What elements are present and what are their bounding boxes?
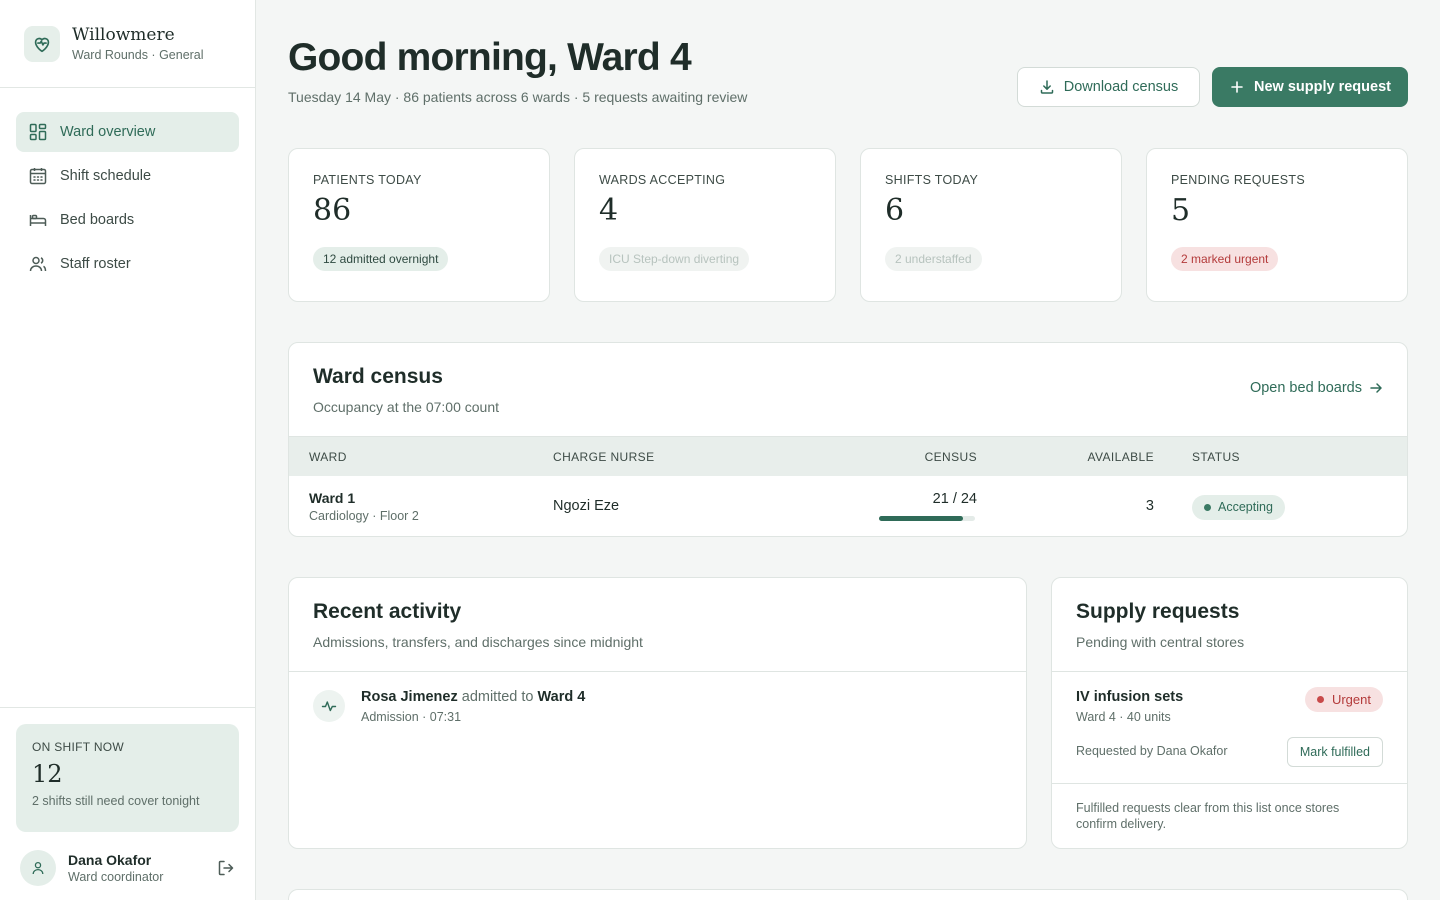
requested-by: Requested by Dana Okafor bbox=[1076, 744, 1228, 758]
stat-chip: 2 understaffed bbox=[885, 247, 982, 271]
ward-detail: Cardiology · Floor 2 bbox=[309, 509, 419, 523]
activity-meta: Admission · 07:31 bbox=[361, 710, 462, 724]
card-subtitle: Pending with central stores bbox=[1076, 634, 1245, 650]
column-header: AVAILABLE bbox=[1087, 450, 1154, 464]
mark-fulfilled-button[interactable]: Mark fulfilled bbox=[1286, 737, 1383, 767]
card-title: Supply requests bbox=[1076, 600, 1240, 623]
stat-card-wards: WARDS ACCEPTING 4 ICU Step-down divertin… bbox=[574, 148, 836, 302]
calendar-icon bbox=[29, 168, 47, 185]
stat-value: 5 bbox=[1171, 193, 1191, 228]
card-subtitle: Admissions, transfers, and discharges si… bbox=[313, 634, 643, 650]
arrow-right-icon bbox=[1370, 383, 1382, 393]
download-icon bbox=[1040, 80, 1054, 94]
card-title: Recent activity bbox=[313, 600, 462, 623]
occupancy-bar bbox=[879, 516, 975, 521]
sidebar-footer: ON SHIFT NOW 12 2 shifts still need cove… bbox=[0, 707, 255, 900]
card-subtitle: Occupancy at the 07:00 count bbox=[313, 399, 500, 415]
user-profile[interactable]: Dana Okafor Ward coordinator bbox=[20, 848, 240, 888]
sidebar-item-label: Ward overview bbox=[60, 124, 156, 140]
table-header: WARD CHARGE NURSE CENSUS AVAILABLE STATU… bbox=[289, 436, 1407, 476]
open-bed-boards-link[interactable]: Open bed boards bbox=[1250, 380, 1383, 396]
census-value: 21 / 24 bbox=[932, 491, 977, 507]
plus-icon bbox=[1231, 81, 1243, 93]
sidebar-item-bed-boards[interactable]: Bed boards bbox=[16, 200, 239, 240]
avatar bbox=[20, 850, 56, 886]
ward-census-card: Ward census Occupancy at the 07:00 count… bbox=[288, 342, 1408, 537]
download-census-label: Download census bbox=[1063, 79, 1179, 95]
column-header: CHARGE NURSE bbox=[553, 450, 655, 464]
activity-person: Rosa Jimenez bbox=[361, 689, 458, 705]
ward-name: Ward 1 bbox=[309, 490, 356, 506]
supply-item-meta: Ward 4 · 40 units bbox=[1076, 710, 1171, 724]
new-supply-request-label: New supply request bbox=[1254, 79, 1391, 95]
divider bbox=[1052, 671, 1407, 672]
sidebar-nav: Ward overview Shift schedule Bed boards … bbox=[0, 88, 255, 284]
stat-card-shifts: SHIFTS TODAY 6 2 understaffed bbox=[860, 148, 1122, 302]
sidebar-item-label: Staff roster bbox=[60, 256, 131, 272]
column-header: STATUS bbox=[1192, 450, 1240, 464]
on-shift-label: ON SHIFT NOW bbox=[32, 740, 125, 754]
on-shift-card: ON SHIFT NOW 12 2 shifts still need cove… bbox=[16, 724, 239, 832]
user-name: Dana Okafor bbox=[68, 852, 152, 868]
activity-item[interactable]: Rosa Jimenez admitted to Ward 4 bbox=[361, 689, 585, 705]
column-header: WARD bbox=[309, 450, 347, 464]
divider bbox=[289, 671, 1026, 672]
stat-label: PATIENTS TODAY bbox=[313, 173, 422, 187]
sidebar-item-label: Shift schedule bbox=[60, 168, 152, 184]
stat-label: SHIFTS TODAY bbox=[885, 173, 979, 187]
users-icon bbox=[29, 256, 47, 272]
heart-pulse-icon bbox=[24, 25, 60, 62]
sidebar-item-staff-roster[interactable]: Staff roster bbox=[16, 244, 239, 284]
stat-label: WARDS ACCEPTING bbox=[599, 173, 726, 187]
available-beds: 3 bbox=[1145, 498, 1154, 514]
on-shift-note: 2 shifts still need cover tonight bbox=[32, 794, 200, 808]
on-shift-count: 12 bbox=[32, 760, 63, 788]
activity-target: Ward 4 bbox=[537, 689, 586, 705]
page-subtitle: Tuesday 14 May · 86 patients across 6 wa… bbox=[288, 89, 748, 105]
status-badge: Accepting bbox=[1192, 495, 1285, 520]
table-row[interactable]: Ward 1 Cardiology · Floor 2 Ngozi Eze 21… bbox=[289, 476, 1407, 536]
stat-chip: ICU Step-down diverting bbox=[599, 247, 750, 271]
stat-value: 4 bbox=[599, 193, 619, 228]
card-title: Ward census bbox=[313, 365, 443, 388]
sidebar: Willowmere Ward Rounds · General Ward ov… bbox=[0, 0, 256, 900]
urgent-badge: Urgent bbox=[1304, 687, 1383, 712]
stat-chip: 2 marked urgent bbox=[1171, 247, 1279, 271]
next-card bbox=[288, 889, 1408, 900]
stat-value: 6 bbox=[885, 193, 905, 228]
divider bbox=[1052, 783, 1407, 784]
supply-footnote: Fulfilled requests clear from this list … bbox=[1076, 801, 1340, 831]
brand: Willowmere Ward Rounds · General bbox=[0, 0, 255, 88]
logout-icon[interactable] bbox=[216, 858, 236, 878]
charge-nurse: Ngozi Eze bbox=[553, 498, 620, 514]
stat-card-patients: PATIENTS TODAY 86 12 admitted overnight bbox=[288, 148, 550, 302]
bed-icon bbox=[29, 214, 47, 226]
activity-pulse-icon bbox=[313, 690, 345, 722]
occupancy-bar-fill bbox=[879, 516, 963, 521]
sidebar-item-ward-overview[interactable]: Ward overview bbox=[16, 112, 239, 152]
download-census-button[interactable]: Download census bbox=[1017, 67, 1200, 107]
supply-item-name: IV infusion sets bbox=[1076, 689, 1184, 705]
recent-activity-card: Recent activity Admissions, transfers, a… bbox=[288, 577, 1027, 849]
page-title: Good morning, Ward 4 bbox=[288, 36, 692, 79]
new-supply-request-button[interactable]: New supply request bbox=[1212, 67, 1408, 107]
link-label: Open bed boards bbox=[1249, 380, 1362, 396]
user-icon bbox=[32, 861, 44, 875]
stat-chip: 12 admitted overnight bbox=[313, 247, 449, 271]
grid-icon bbox=[29, 123, 47, 141]
activity-action: admitted to bbox=[461, 689, 534, 705]
stat-card-requests: PENDING REQUESTS 5 2 marked urgent bbox=[1146, 148, 1408, 302]
sidebar-item-shift-schedule[interactable]: Shift schedule bbox=[16, 156, 239, 196]
stat-value: 86 bbox=[313, 193, 352, 228]
stat-label: PENDING REQUESTS bbox=[1171, 173, 1305, 187]
brand-subtitle: Ward Rounds · General bbox=[72, 48, 204, 62]
brand-name: Willowmere bbox=[72, 25, 175, 45]
column-header: CENSUS bbox=[924, 450, 977, 464]
supply-requests-card: Supply requests Pending with central sto… bbox=[1051, 577, 1408, 849]
sidebar-item-label: Bed boards bbox=[60, 212, 135, 228]
user-role: Ward coordinator bbox=[68, 870, 164, 884]
stats-row: PATIENTS TODAY 86 12 admitted overnight … bbox=[288, 148, 1408, 302]
